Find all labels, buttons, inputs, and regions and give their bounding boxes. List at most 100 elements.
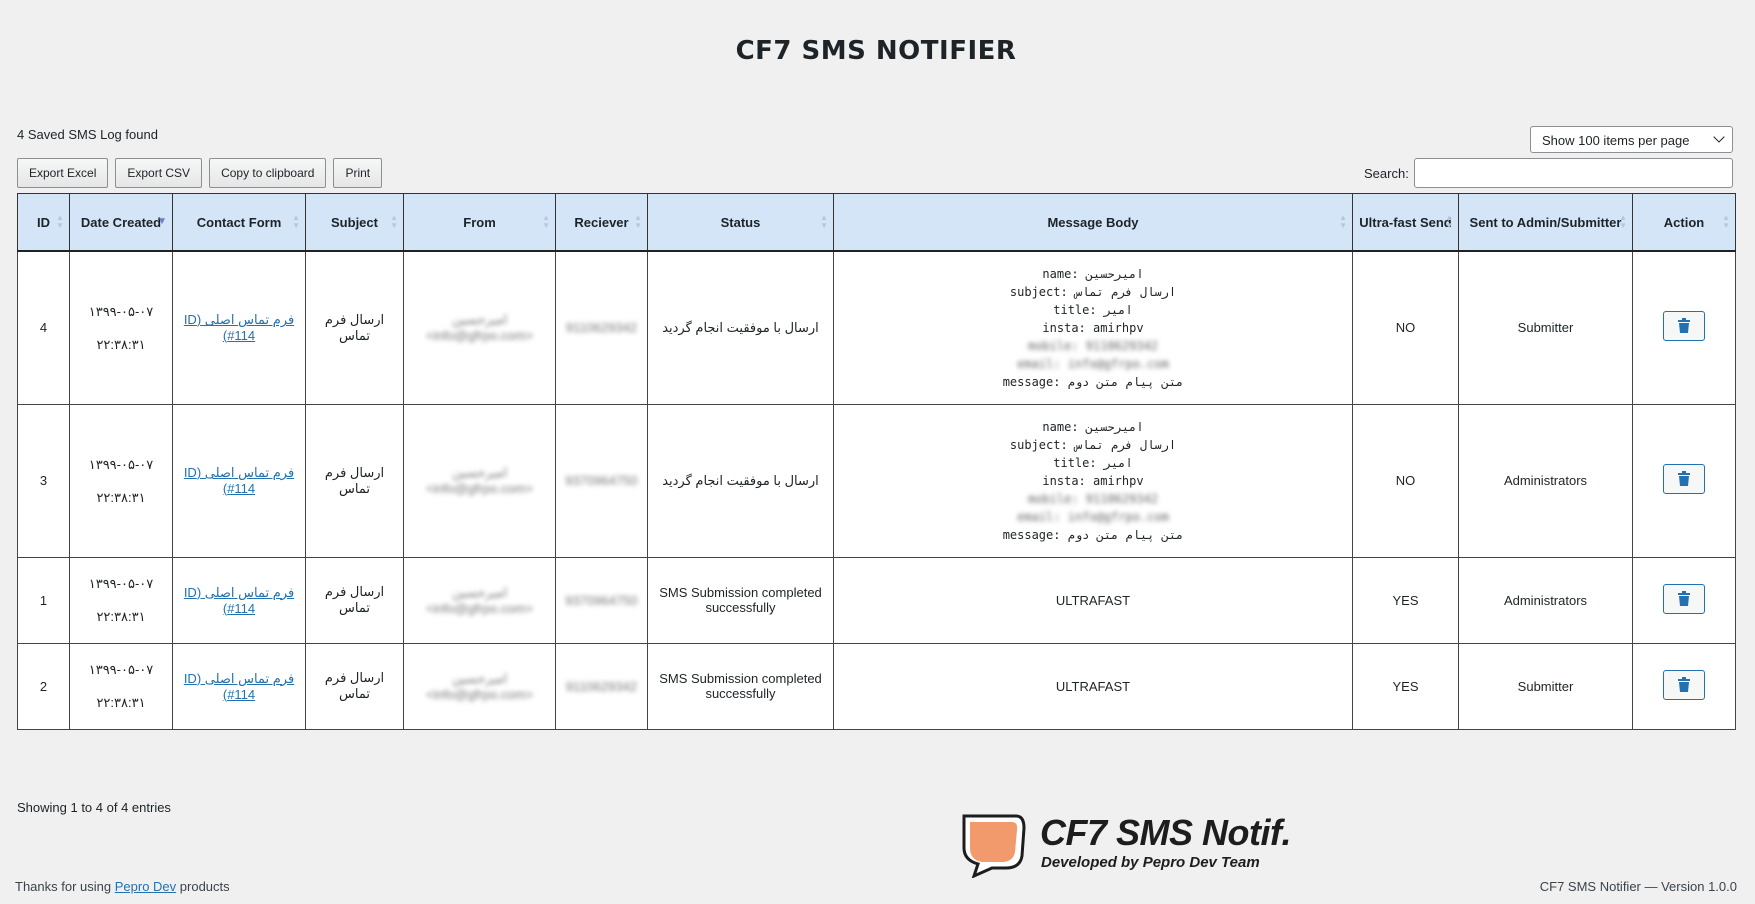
pepro-dev-link[interactable]: Pepro Dev [115, 879, 176, 894]
row-time: ۲۲:۳۸:۳۱ [96, 336, 146, 352]
cell-id: 4 [17, 250, 70, 405]
export-excel-button[interactable]: Export Excel [17, 158, 109, 188]
sort-both-icon: ▲ ▼ [292, 213, 300, 230]
message-body-line: subject: ارسال فرم تماس [1009, 284, 1177, 299]
delete-button[interactable] [1663, 311, 1705, 342]
cell-id: 1 [17, 556, 70, 644]
brand-name: CF7 SMS Notif. [1040, 812, 1292, 853]
search-label: Search: [1364, 166, 1409, 181]
column-header[interactable]: From ▲ ▼ [403, 193, 556, 252]
cell-ultrafast: YES [1352, 556, 1459, 644]
sort-both-icon: ▲ ▼ [1619, 213, 1627, 230]
cell-ultrafast: YES [1352, 642, 1459, 730]
cell-action [1632, 642, 1736, 730]
message-body-line: email: info@gfrpo.com [1017, 509, 1169, 524]
trash-icon [1678, 318, 1690, 334]
column-header[interactable]: ID ▲ ▼ [17, 193, 70, 252]
message-body-line: title: امیر [1053, 302, 1133, 317]
print-button[interactable]: Print [333, 158, 383, 188]
row-time: ۲۲:۳۸:۳۱ [96, 489, 146, 505]
row-date: ۱۳۹۹-۰۵-۰۷ [88, 576, 154, 591]
sms-log-table: ID ▲ ▼ Date Created ▼ Contact Form ▲ ▼ Subject ▲ ▼… [17, 193, 1736, 730]
row-status: ارسال با موفقیت انجام گردید [662, 472, 819, 488]
row-receiver: 9370964750 [565, 473, 638, 488]
column-header[interactable]: Contact Form ▲ ▼ [172, 193, 306, 252]
items-per-page-select[interactable]: Show 100 items per page [1530, 126, 1733, 153]
copy-clipboard-button[interactable]: Copy to clipboard [209, 158, 327, 188]
message-body-line: message: متن پیام متن دوم [1002, 527, 1184, 542]
contact-form-link[interactable]: فرم تماس اصلی (ID #114) [184, 671, 294, 702]
column-header[interactable]: Subject ▲ ▼ [305, 193, 404, 252]
page-title: CF7 SMS NOTIFIER [735, 36, 1017, 66]
sort-both-icon: ▲ ▼ [1722, 213, 1730, 230]
row-id: 2 [39, 678, 48, 694]
table-row: 3 ۱۳۹۹-۰۵-۰۷ ۲۲:۳۸:۳۱ فرم تماس اصلی (ID #11… [17, 403, 1736, 558]
cell-status: SMS Submission completed successfully [647, 642, 834, 730]
contact-form-link[interactable]: فرم تماس اصلی (ID #114) [184, 465, 294, 496]
cell-sent-to: Administrators [1458, 556, 1633, 644]
column-header[interactable]: Sent to Admin/Submitter ▲ ▼ [1458, 193, 1633, 252]
column-header[interactable]: Status ▲ ▼ [647, 193, 834, 252]
delete-button[interactable] [1663, 583, 1705, 614]
column-header-label: Ultra-fast Send [1359, 214, 1452, 230]
row-status: SMS Submission completed successfully [659, 671, 822, 701]
sort-both-icon: ▲ ▼ [390, 213, 398, 230]
column-header[interactable]: Date Created ▼ [69, 193, 173, 252]
cell-action [1632, 556, 1736, 644]
message-body: ULTRAFAST [1055, 678, 1131, 694]
table-row: 2 ۱۳۹۹-۰۵-۰۷ ۲۲:۳۸:۳۱ فرم تماس اصلی (ID #11… [17, 642, 1736, 730]
cell-receiver: 9110629342 [555, 642, 648, 730]
export-csv-button[interactable]: Export CSV [115, 158, 203, 188]
search-input[interactable] [1414, 158, 1733, 188]
column-header[interactable]: Ultra-fast Send ▲ ▼ [1352, 193, 1459, 252]
cell-receiver: 9110629342 [555, 250, 648, 405]
cell-contact-form: فرم تماس اصلی (ID #114) [172, 556, 306, 644]
cell-message-body: ULTRAFAST [833, 642, 1353, 730]
footer-thanks-prefix: Thanks for using [15, 879, 112, 894]
row-time: ۲۲:۳۸:۳۱ [96, 609, 146, 624]
cell-status: ارسال با موفقیت انجام گردید [647, 403, 834, 558]
cell-sent-to: Submitter [1458, 250, 1633, 405]
column-header-label: Reciever [574, 214, 629, 230]
column-header[interactable]: Action ▲ ▼ [1632, 193, 1736, 252]
cell-subject: ارسال فرم تماس [305, 403, 404, 558]
table-body: 4 ۱۳۹۹-۰۵-۰۷ ۲۲:۳۸:۳۱ فرم تماس اصلی (ID #11… [17, 250, 1736, 730]
cell-message-body: ULTRAFAST [833, 556, 1353, 644]
row-status: SMS Submission completed successfully [659, 585, 822, 615]
column-header-label: Message Body [1047, 214, 1139, 230]
row-date: ۱۳۹۹-۰۵-۰۷ [88, 456, 154, 472]
row-id: 4 [39, 320, 48, 336]
row-from: امیرحسین <info@gfrpo.com> [425, 584, 534, 616]
contact-form-link[interactable]: فرم تماس اصلی (ID #114) [184, 585, 294, 616]
message-body: name: امیرحسین subject: ارسال فرم تماس tit… [840, 418, 1346, 544]
row-sent-to: Administrators [1503, 592, 1588, 608]
column-header[interactable]: Message Body ▲ ▼ [833, 193, 1353, 252]
column-header-label: Action [1663, 214, 1705, 230]
row-ultrafast: NO [1395, 473, 1416, 488]
pagination-info: Showing 1 to 4 of 4 entries [17, 800, 171, 815]
column-header-label: Subject [331, 214, 378, 230]
sort-desc-icon: ▼ [157, 216, 167, 227]
row-receiver: 9110629342 [565, 678, 638, 694]
cell-subject: ارسال فرم تماس [305, 556, 404, 644]
cell-message-body: name: امیرحسین subject: ارسال فرم تماس tit… [833, 403, 1353, 558]
cell-sent-to: Administrators [1458, 403, 1633, 558]
delete-button[interactable] [1663, 464, 1705, 494]
footer-version: CF7 SMS Notifier — Version 1.0.0 [1539, 879, 1737, 894]
cell-date: ۱۳۹۹-۰۵-۰۷ ۲۲:۳۸:۳۱ [69, 556, 173, 644]
cell-from: امیرحسین <info@gfrpo.com> [403, 250, 556, 405]
table-row: 4 ۱۳۹۹-۰۵-۰۷ ۲۲:۳۸:۳۱ فرم تماس اصلی (ID #11… [17, 250, 1736, 405]
trash-icon [1678, 471, 1690, 486]
column-header[interactable]: Reciever ▲ ▼ [555, 193, 648, 252]
contact-form-link[interactable]: فرم تماس اصلی (ID #114) [184, 312, 294, 343]
sort-both-icon: ▲ ▼ [1339, 213, 1347, 230]
row-subject: ارسال فرم تماس [324, 670, 385, 701]
cell-from: امیرحسین <info@gfrpo.com> [403, 556, 556, 644]
brand-tagline: Developed by Pepro Dev Team [1041, 854, 1260, 871]
message-body-line: title: امیر [1053, 455, 1133, 470]
sort-both-icon: ▲ ▼ [542, 213, 550, 230]
delete-button[interactable] [1663, 669, 1705, 700]
table-header-row: ID ▲ ▼ Date Created ▼ Contact Form ▲ ▼ Subject ▲ ▼… [17, 193, 1736, 252]
message-body-line: name: امیرحسین [1042, 266, 1144, 281]
column-header-label: Date Created [80, 214, 162, 230]
